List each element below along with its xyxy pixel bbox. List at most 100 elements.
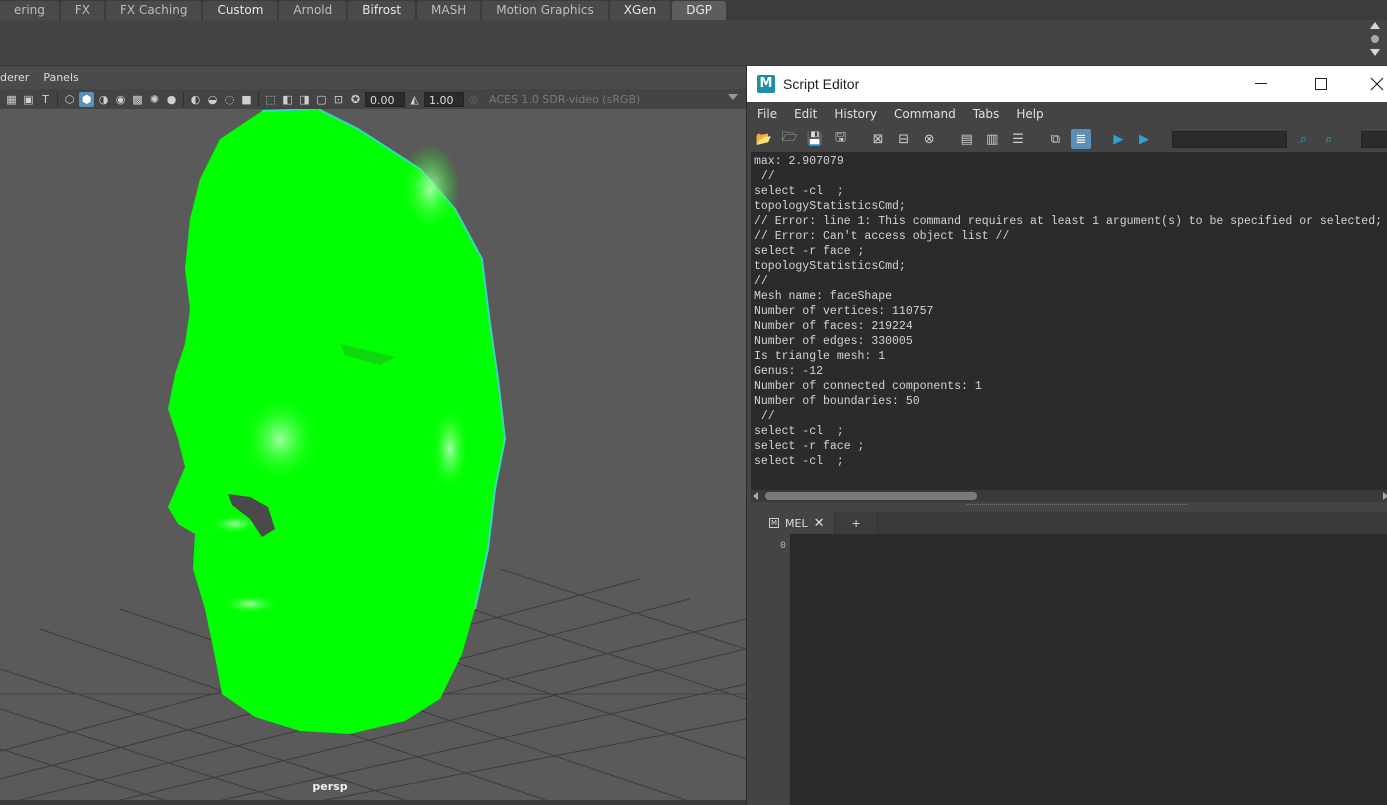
minimize-icon [1255, 83, 1267, 84]
shelf-tab-fx-caching[interactable]: FX Caching [106, 1, 202, 20]
scroll-up-icon[interactable] [1370, 22, 1380, 29]
menu-command[interactable]: Command [894, 107, 956, 121]
menu-file[interactable]: File [757, 107, 777, 121]
anti-alias-icon[interactable]: ◌ [222, 92, 237, 107]
history-pane[interactable]: max: 2.907079 // select -cl ; topologyStat… [751, 152, 1387, 492]
xray-icon[interactable]: ◧ [280, 92, 295, 107]
face-mesh[interactable] [168, 109, 507, 734]
menu-panels[interactable]: Panels [43, 71, 78, 87]
motion-blur-icon[interactable]: ◒ [205, 92, 220, 107]
3d-viewport[interactable]: persp [0, 109, 746, 805]
shelf-tab-fx[interactable]: FX [60, 1, 104, 20]
maximize-button[interactable] [1298, 66, 1344, 102]
close-button[interactable] [1354, 66, 1387, 102]
history-line: // Error: line 1: This command requires … [754, 215, 1383, 228]
wireframe-icon[interactable]: ⬡ [62, 92, 77, 107]
script-editor-toolbar: 📂 🗁 💾 🖫 ⊠ ⊟ ⊗ ▤ ▥ ☰ ⧉ ≣ ▶ ▶ ⌕ ⌕ [747, 126, 1387, 152]
history-line: Number of boundaries: 50 [754, 395, 920, 408]
scroll-left-icon[interactable] [753, 492, 758, 500]
menu-help[interactable]: Help [1016, 107, 1043, 121]
close-icon[interactable]: ✕ [814, 516, 825, 531]
scroll-right-icon[interactable] [1383, 492, 1387, 500]
text-icon[interactable]: T [38, 92, 53, 107]
open-script-icon[interactable]: 📂 [754, 129, 774, 149]
viewport-footer [0, 800, 746, 805]
shelf-tab-motion-graphics[interactable]: Motion Graphics [482, 1, 608, 20]
grid-icon[interactable]: ▦ [4, 92, 19, 107]
scrollbar-thumb[interactable] [765, 492, 977, 500]
gamma-icon[interactable]: ◭ [407, 92, 422, 107]
shelf-tab-bifrost[interactable]: Bifrost [348, 1, 416, 20]
camera-label: persp [312, 780, 348, 793]
input-tab-bar: M MEL ✕ + [751, 512, 1387, 534]
minimize-button[interactable] [1238, 66, 1284, 102]
color-management-icon[interactable]: ◎ [466, 92, 481, 107]
window-title: Script Editor [783, 76, 860, 92]
go-to-line-input[interactable] [1360, 130, 1387, 148]
menu-renderer[interactable]: derer [0, 71, 29, 87]
line-numbers-icon[interactable]: ≣ [1071, 129, 1091, 149]
backface-icon[interactable]: ▢ [314, 92, 329, 107]
viewport-panel: derer Panels ▦ ▣ T ⬡ ⬢ ◑ ◉ ▩ ✺ ● ◐ ◒ ◌ ■… [0, 66, 746, 805]
exposure-icon[interactable]: ✪ [348, 92, 363, 107]
script-input-area[interactable]: 0 [751, 534, 1387, 805]
shelf-tab-mash[interactable]: MASH [417, 1, 481, 20]
window-titlebar[interactable]: M Script Editor [747, 66, 1387, 102]
show-both-icon[interactable]: ☰ [1008, 129, 1028, 149]
gamma-input[interactable]: 1.00 [424, 91, 464, 107]
wireframe-on-shaded-icon[interactable]: ◑ [96, 92, 111, 107]
save-script-icon[interactable]: 💾 [805, 129, 825, 149]
exposure-input[interactable]: 0.00 [365, 91, 405, 107]
menu-edit[interactable]: Edit [794, 107, 817, 121]
execute-all-icon[interactable]: ▶ [1109, 129, 1129, 149]
search-up-icon[interactable]: ⌕ [1319, 129, 1339, 149]
select-camera-icon[interactable]: ⬚ [263, 92, 278, 107]
shelf-tab-custom[interactable]: Custom [203, 1, 278, 20]
clear-input-icon[interactable]: ⊟ [894, 129, 914, 149]
shelf-tab-arnold[interactable]: Arnold [279, 1, 347, 20]
source-script-icon[interactable]: 🗁 [780, 129, 800, 149]
shelf-tab-bar: ering FX FX Caching Custom Arnold Bifros… [0, 0, 1387, 20]
shelf-tab-dgp[interactable]: DGP [672, 1, 727, 20]
save-to-shelf-icon[interactable]: 🖫 [831, 129, 851, 149]
history-line: Number of connected components: 1 [754, 380, 982, 393]
script-editor-window: M Script Editor File Edit History Comman… [746, 66, 1387, 805]
clear-all-icon[interactable]: ⊗ [919, 129, 939, 149]
show-input-icon[interactable]: ▥ [983, 129, 1003, 149]
isolate-icon[interactable]: ■ [239, 92, 254, 107]
menu-history[interactable]: History [834, 107, 877, 121]
shadows-icon[interactable]: ● [164, 92, 179, 107]
search-input[interactable] [1171, 130, 1288, 148]
plus-icon: + [851, 516, 861, 530]
resolution-gate-icon[interactable]: ⊡ [331, 92, 346, 107]
shelf-tab-rendering[interactable]: ering [0, 1, 59, 20]
checker-icon[interactable]: ▩ [130, 92, 145, 107]
clear-history-icon[interactable]: ⊠ [868, 129, 888, 149]
lights-icon[interactable]: ✺ [147, 92, 162, 107]
color-space-dropdown[interactable]: ACES 1.0 SDR-video (sRGB) [489, 93, 640, 106]
history-line: // [754, 410, 775, 423]
film-gate-icon[interactable]: ▣ [21, 92, 36, 107]
menu-tabs[interactable]: Tabs [973, 107, 1000, 121]
history-scrollbar[interactable] [751, 490, 1387, 502]
shelf-scroll-controls[interactable] [1369, 22, 1381, 56]
chevron-down-icon[interactable] [728, 94, 738, 100]
ambient-occlusion-icon[interactable]: ◐ [188, 92, 203, 107]
shelf-menu-icon[interactable] [1371, 35, 1379, 43]
pane-splitter[interactable] [967, 504, 1187, 506]
xray-joints-icon[interactable]: ◨ [297, 92, 312, 107]
tab-mel[interactable]: M MEL ✕ [751, 512, 836, 534]
history-line: Number of edges: 330005 [754, 335, 913, 348]
history-line: select -cl ; [754, 455, 844, 468]
smooth-shade-icon[interactable]: ⬢ [79, 91, 94, 107]
execute-selected-icon[interactable]: ▶ [1134, 129, 1154, 149]
search-down-icon[interactable]: ⌕ [1293, 129, 1313, 149]
scroll-down-icon[interactable] [1370, 49, 1380, 56]
add-tab-button[interactable]: + [835, 512, 878, 534]
show-history-icon[interactable]: ▤ [957, 129, 977, 149]
panel-toolbar: ▦ ▣ T ⬡ ⬢ ◑ ◉ ▩ ✺ ● ◐ ◒ ◌ ■ ⬚ ◧ ◨ ▢ ⊡ ✪ … [0, 89, 746, 109]
textured-icon[interactable]: ◉ [113, 92, 128, 107]
shelf-tab-xgen[interactable]: XGen [609, 1, 671, 20]
history-line: select -r face ; [754, 440, 865, 453]
echo-commands-icon[interactable]: ⧉ [1046, 129, 1066, 149]
